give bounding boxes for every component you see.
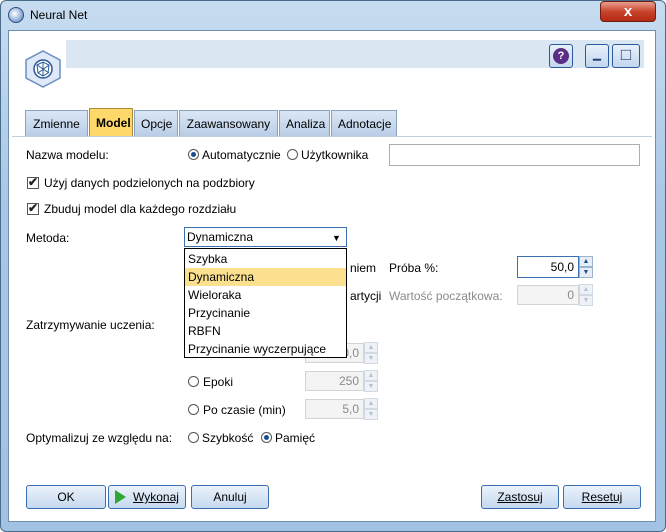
title-bar[interactable]: Neural Net: [0, 0, 664, 30]
epochs-radio[interactable]: [188, 376, 199, 387]
tab-zaawansowany[interactable]: Zaawansowany: [179, 110, 278, 136]
tab-opcje[interactable]: Opcje: [134, 110, 178, 136]
model-name-label: Nazwa modelu:: [26, 148, 109, 162]
model-name-user-label: Użytkownika: [301, 148, 369, 162]
cancel-button[interactable]: Anuluj: [191, 485, 269, 509]
reset-button-label: Resetuj: [581, 490, 623, 504]
chevron-down-icon: ▼: [332, 233, 341, 243]
stopping-hidden-spinner[interactable]: ▲ ▼: [364, 342, 378, 364]
tab-zmienne[interactable]: Zmienne: [25, 110, 88, 136]
tab-analiza[interactable]: Analiza: [279, 110, 330, 136]
run-button[interactable]: Wykonaj: [108, 485, 186, 509]
spinner-down-icon[interactable]: ▼: [364, 381, 378, 392]
epochs-label: Epoki: [203, 375, 234, 389]
split-models-label: Zbuduj model dla każdego rozdziału: [44, 202, 237, 216]
spinner-up-icon[interactable]: ▲: [579, 284, 593, 295]
use-partitioned-checkbox[interactable]: ✔: [27, 176, 39, 189]
sample-percent-label: Próba %:: [389, 261, 439, 275]
spinner-down-icon[interactable]: ▼: [579, 295, 593, 306]
model-name-auto-radio[interactable]: [188, 149, 199, 160]
spinner-down-icon[interactable]: ▼: [364, 409, 378, 420]
optimize-memory-label: Pamięć: [275, 431, 316, 445]
spinner-up-icon[interactable]: ▲: [364, 370, 378, 381]
maximize-button[interactable]: □: [612, 44, 640, 68]
tab-label: Model: [96, 116, 131, 130]
optimize-speed-radio[interactable]: [188, 432, 199, 443]
minimize-icon: ▁: [593, 50, 601, 61]
method-select-value: Dynamiczna: [187, 230, 254, 244]
method-label: Metoda:: [26, 231, 70, 245]
seed-field[interactable]: 0: [517, 285, 579, 305]
optimize-label: Optymalizuj ze względu na:: [26, 431, 173, 445]
spinner-up-icon[interactable]: ▲: [579, 256, 593, 267]
epochs-field[interactable]: 250: [305, 371, 364, 391]
method-option-wieloraka[interactable]: Wieloraka: [185, 286, 346, 304]
help-button[interactable]: ?: [549, 44, 573, 68]
run-button-label: Wykonaj: [133, 490, 179, 504]
sample-percent-spinner[interactable]: ▲ ▼: [579, 256, 593, 278]
stopping-label: Zatrzymywanie uczenia:: [26, 318, 155, 332]
method-dropdown-list[interactable]: Szybka Dynamiczna Wieloraka Przycinanie …: [184, 248, 347, 358]
optimize-memory-radio[interactable]: [261, 432, 272, 443]
model-name-user-radio[interactable]: [287, 149, 298, 160]
spinner-down-icon[interactable]: ▼: [364, 353, 378, 364]
time-limit-spinner[interactable]: ▲ ▼: [364, 398, 378, 420]
optimize-speed-label: Szybkość: [202, 431, 254, 445]
model-name-auto-label: Automatycznie: [202, 148, 281, 162]
method-option-przycinanie-wyczerpujace[interactable]: Przycinanie wyczerpujące: [185, 340, 346, 358]
app-icon: [8, 7, 24, 23]
tab-label: Opcje: [141, 117, 173, 131]
tab-label: Zmienne: [33, 117, 80, 131]
maximize-icon: □: [620, 45, 632, 64]
tab-adnotacje[interactable]: Adnotacje: [331, 110, 397, 136]
neural-net-node-icon: [25, 50, 61, 88]
method-option-przycinanie[interactable]: Przycinanie: [185, 304, 346, 322]
time-limit-radio[interactable]: [188, 404, 199, 415]
tab-label: Adnotacje: [338, 117, 392, 131]
split-models-checkbox[interactable]: ✔: [27, 202, 39, 215]
apply-button-label: Zastosuj: [497, 490, 543, 504]
epochs-spinner[interactable]: ▲ ▼: [364, 370, 378, 392]
ok-button[interactable]: OK: [26, 485, 106, 509]
model-name-field[interactable]: [389, 144, 640, 166]
play-icon: [115, 490, 126, 504]
use-partitioned-label: Użyj danych podzielonych na podzbiory: [44, 176, 255, 190]
sampling-partial-label-1: niem: [350, 261, 377, 275]
spinner-up-icon[interactable]: ▲: [364, 398, 378, 409]
sample-percent-field[interactable]: 50,0: [517, 256, 579, 278]
help-icon: ?: [553, 48, 569, 64]
method-option-dynamiczna[interactable]: Dynamiczna: [185, 268, 346, 286]
tab-model[interactable]: Model: [89, 108, 133, 136]
apply-button[interactable]: Zastosuj: [481, 485, 559, 509]
method-select[interactable]: Dynamiczna ▼: [184, 227, 347, 247]
spinner-down-icon[interactable]: ▼: [579, 267, 593, 278]
time-limit-field[interactable]: 5,0: [305, 399, 364, 419]
seed-label: Wartość początkowa:: [389, 289, 503, 303]
reset-button[interactable]: Resetuj: [563, 485, 641, 509]
window-title: Neural Net: [30, 8, 88, 22]
minimize-button[interactable]: ▁: [585, 44, 609, 68]
time-limit-label: Po czasie (min): [203, 403, 286, 417]
spinner-up-icon[interactable]: ▲: [364, 342, 378, 353]
close-button[interactable]: x: [600, 1, 656, 22]
close-icon: x: [623, 3, 633, 20]
method-option-szybka[interactable]: Szybka: [185, 250, 346, 268]
seed-spinner[interactable]: ▲ ▼: [579, 284, 593, 306]
tab-label: Zaawansowany: [186, 117, 271, 131]
sampling-partial-label-2: artycji: [350, 289, 382, 303]
method-option-rbfn[interactable]: RBFN: [185, 322, 346, 340]
tab-label: Analiza: [286, 117, 326, 131]
